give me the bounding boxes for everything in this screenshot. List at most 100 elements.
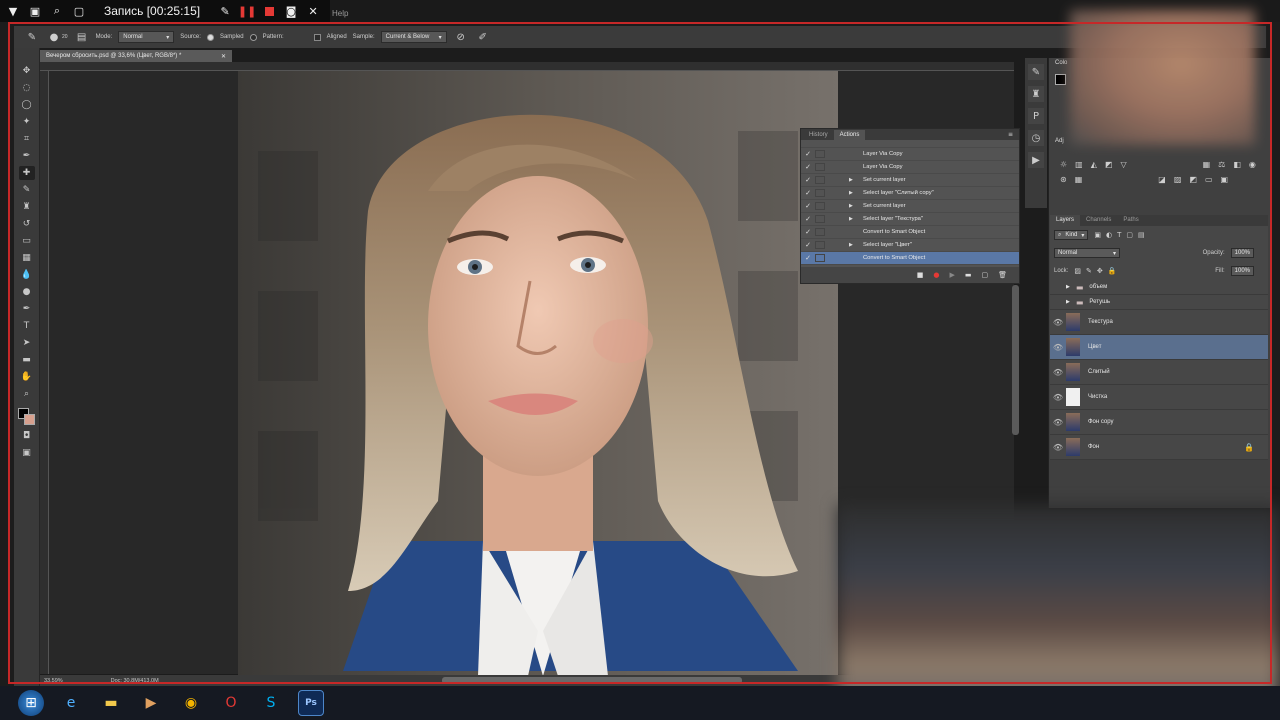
vibrance-icon[interactable]: ▽ (1120, 160, 1126, 169)
panel-menu-icon[interactable]: ≡ (1002, 129, 1019, 140)
move-tool-icon[interactable]: ✥ (19, 64, 35, 78)
window-icon[interactable]: ▣ (28, 4, 42, 18)
tab-actions[interactable]: Actions (833, 130, 866, 140)
color-swatches[interactable] (17, 408, 36, 426)
expand-arrow-icon[interactable]: ▶ (849, 216, 863, 222)
eyedropper-tool-icon[interactable]: ✒ (19, 149, 35, 163)
check-icon[interactable]: ✓ (801, 176, 815, 184)
layer-row[interactable]: 👁 Чистка (1050, 385, 1268, 410)
fill-input[interactable]: 100% (1230, 266, 1254, 276)
dialog-toggle[interactable] (815, 254, 825, 262)
posterize-icon[interactable]: ▨ (1174, 175, 1182, 184)
clone-source-icon[interactable]: ♜ (1028, 86, 1044, 102)
black-white-icon[interactable]: ◧ (1233, 160, 1241, 169)
lasso-tool-icon[interactable]: ◯ (19, 98, 35, 112)
adjustments-panel-label[interactable]: Adj (1055, 138, 1064, 144)
photo-filter-icon[interactable]: ◉ (1249, 160, 1256, 169)
tab-layers[interactable]: Layers (1050, 215, 1081, 226)
layer-row[interactable]: 👁 Цвет (1050, 335, 1268, 360)
action-row[interactable]: ✓ Convert to Smart Object (801, 252, 1019, 265)
lock-icons[interactable]: ▨✎✥🔒 (1074, 267, 1121, 275)
quick-select-tool-icon[interactable]: ✦ (19, 115, 35, 129)
shape-tool-icon[interactable]: ▬ (19, 353, 35, 367)
selective-color-icon[interactable]: ▣ (1221, 175, 1229, 184)
aligned-checkbox[interactable] (313, 33, 321, 41)
close-icon[interactable]: ✕ (221, 53, 226, 60)
action-row[interactable]: ✓ ▶ Set current layer (801, 174, 1019, 187)
internet-explorer-icon[interactable]: e (58, 690, 84, 716)
history-icon[interactable]: ◷ (1028, 130, 1044, 146)
check-icon[interactable]: ✓ (801, 189, 815, 197)
brightness-icon[interactable]: ☼ (1060, 160, 1067, 169)
photo-canvas[interactable] (238, 71, 838, 676)
sample-select[interactable]: Current & Below ▾ (380, 31, 447, 43)
check-icon[interactable]: ✓ (801, 150, 815, 158)
brush-tool-icon[interactable]: ✎ (19, 183, 35, 197)
layer-row[interactable]: 👁 Слитый (1050, 360, 1268, 385)
action-row[interactable] (801, 140, 1019, 148)
zoom-icon[interactable]: ⌕ (50, 4, 64, 18)
action-row[interactable]: ✓ ▶ Select layer "Цвет" (801, 239, 1019, 252)
curves-icon[interactable]: ◭ (1091, 160, 1097, 169)
file-explorer-icon[interactable]: ▬ (98, 690, 124, 716)
layer-group-row[interactable]: ▶ ▬ Ретушь (1050, 295, 1268, 310)
foreground-color[interactable] (1055, 74, 1066, 85)
expand-arrow-icon[interactable]: ▶ (849, 203, 863, 209)
action-row[interactable]: ✓ ▶ Select layer "Слитый copy" (801, 187, 1019, 200)
document-tab[interactable]: Вечером сбросить.psd @ 33,6% (Цвет, RGB/… (40, 50, 232, 62)
check-icon[interactable]: ✓ (801, 228, 815, 236)
eye-icon[interactable]: 👁 (1050, 368, 1066, 377)
eye-icon[interactable]: 👁 (1050, 443, 1066, 452)
action-row[interactable]: ✓ Convert to Smart Object (801, 226, 1019, 239)
action-row[interactable]: ✓ ▶ Set current layer (801, 200, 1019, 213)
layer-row[interactable]: 👁 Фон 🔒 (1050, 435, 1268, 460)
record-icon[interactable]: ● (933, 271, 939, 279)
eye-icon[interactable]: 👁 (1050, 318, 1066, 327)
history-brush-tool-icon[interactable]: ↺ (19, 217, 35, 231)
folder-icon[interactable]: ▬ (965, 271, 972, 279)
paragraph-icon[interactable]: P (1028, 108, 1044, 124)
hue-saturation-icon[interactable]: ▦ (1203, 160, 1211, 169)
color-balance-icon[interactable]: ⚖ (1218, 160, 1225, 169)
color-panel-label[interactable]: Colo (1055, 60, 1067, 66)
expand-arrow-icon[interactable]: ▶ (849, 177, 863, 183)
dialog-toggle[interactable] (815, 176, 825, 184)
media-player-icon[interactable]: ▶ (138, 690, 164, 716)
background-color[interactable] (23, 414, 35, 425)
actions-icon[interactable]: ▶ (1028, 152, 1044, 168)
pen-tool-icon[interactable]: ✒ (19, 302, 35, 316)
check-icon[interactable]: ✓ (801, 215, 815, 223)
expand-arrow-icon[interactable]: ▶ (849, 190, 863, 196)
stamp-tool-icon[interactable]: ♜ (19, 200, 35, 214)
photoshop-icon[interactable]: Ps (298, 690, 324, 716)
blur-tool-icon[interactable]: 💧 (19, 268, 35, 282)
pen-icon[interactable]: ✎ (218, 4, 232, 18)
channel-mixer-icon[interactable]: ⊛ (1060, 175, 1067, 184)
zoom-readout[interactable]: 33,59% (44, 678, 63, 684)
new-action-icon[interactable]: ▢ (981, 271, 988, 279)
tab-channels[interactable]: Channels (1080, 215, 1117, 226)
sampled-radio[interactable] (206, 33, 214, 41)
pattern-radio[interactable] (249, 33, 257, 41)
menu-help[interactable]: Help (332, 9, 348, 18)
skype-icon[interactable]: S (258, 690, 284, 716)
eye-icon[interactable]: 👁 (1050, 343, 1066, 352)
horizontal-scrollbar[interactable] (442, 677, 742, 684)
dialog-toggle[interactable] (815, 189, 825, 197)
tab-paths[interactable]: Paths (1117, 215, 1144, 226)
dodge-tool-icon[interactable]: ● (19, 285, 35, 299)
healing-tool-icon[interactable]: ✚ (18, 166, 35, 180)
gradient-map-icon[interactable]: ▭ (1205, 175, 1213, 184)
opacity-input[interactable]: 100% (1230, 248, 1254, 258)
exposure-icon[interactable]: ◩ (1105, 160, 1113, 169)
eye-icon[interactable]: 👁 (1050, 418, 1066, 427)
kind-filter-select[interactable]: ⌕ Kind ▾ (1054, 230, 1089, 240)
path-select-tool-icon[interactable]: ➤ (19, 336, 35, 350)
dialog-toggle[interactable] (815, 163, 825, 171)
dialog-toggle[interactable] (815, 241, 825, 249)
play-icon[interactable]: ▶ (949, 271, 954, 279)
layer-group-row[interactable]: ▶ ▬ объем (1050, 280, 1268, 295)
eye-icon[interactable]: 👁 (1050, 393, 1066, 402)
dialog-toggle[interactable] (815, 202, 825, 210)
levels-icon[interactable]: ▥ (1075, 160, 1083, 169)
